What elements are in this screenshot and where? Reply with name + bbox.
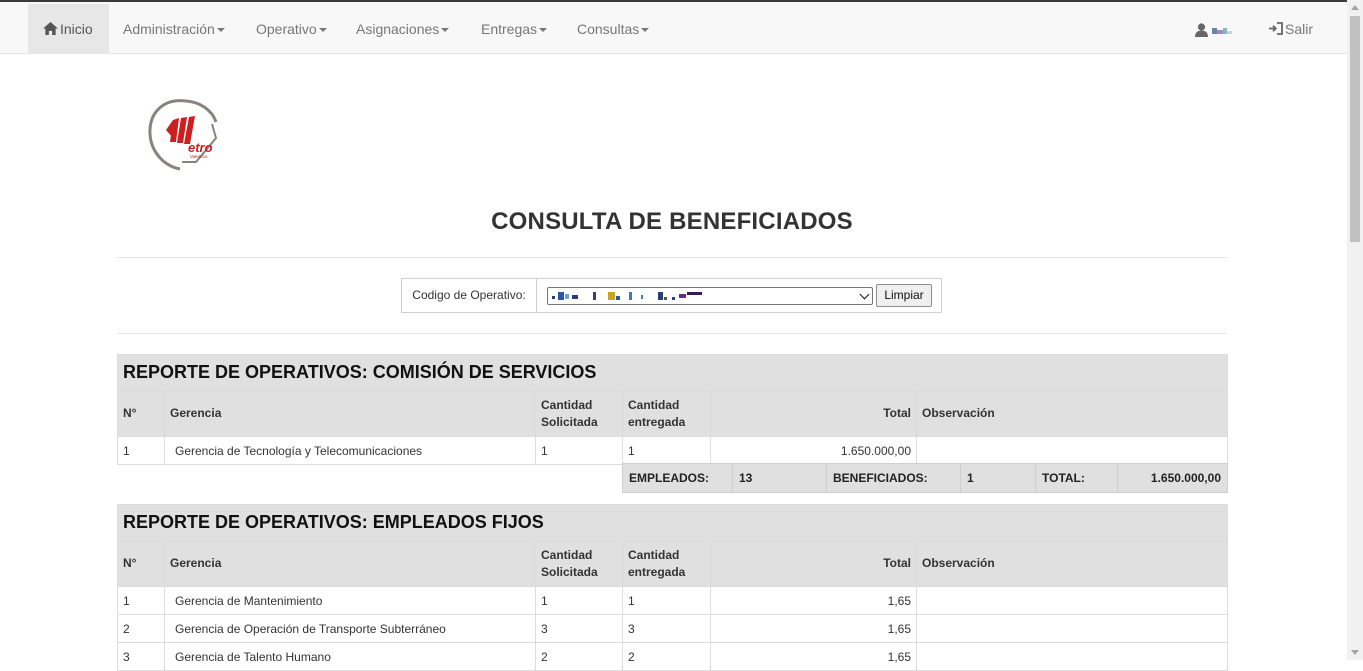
cell-observacion [915, 642, 1229, 671]
cell-gerencia: Gerencia de Tecnología y Telecomunicacio… [164, 436, 536, 465]
cell-total: 1,65 [710, 614, 917, 643]
nav-home-label: Inicio [60, 21, 93, 37]
nav-entregas-label: Entregas [481, 21, 538, 37]
nav-asignaciones-label: Asignaciones [356, 21, 440, 37]
cell-entregada: 2 [622, 642, 711, 671]
summary-empleados-label: EMPLEADOS: [622, 463, 733, 493]
cell-gerencia: Gerencia de Operación de Transporte Subt… [164, 614, 536, 643]
summary-total-label: TOTAL: [1035, 463, 1118, 493]
summary-beneficiados-label: BENEFICIADOS: [826, 463, 961, 493]
filter-label: Codigo de Operativo: [402, 279, 537, 312]
nav-logout-label: Salir [1285, 21, 1314, 37]
cell-num: 1 [117, 586, 165, 615]
operativo-select[interactable] [547, 287, 873, 305]
col-gerencia: Gerencia [164, 390, 536, 437]
cell-gerencia: Gerencia de Mantenimiento [164, 586, 536, 615]
caret-down-icon [216, 28, 225, 33]
caret-down-icon [441, 28, 450, 33]
scroll-up-icon[interactable] [1351, 5, 1359, 10]
report-title: REPORTE DE OPERATIVOS: COMISIÓN DE SERVI… [117, 354, 1228, 391]
cell-solicitada: 1 [535, 436, 623, 465]
nav-asignaciones[interactable]: Asignaciones [356, 4, 450, 54]
summary-empleados-value: 13 [732, 463, 827, 493]
col-gerencia: Gerencia [164, 540, 536, 587]
page-title: CONSULTA DE BENEFICIADOS [491, 208, 853, 235]
nav-administracion[interactable]: Administración [123, 4, 225, 54]
col-num: N° [117, 390, 165, 437]
cell-entregada: 1 [622, 436, 711, 465]
col-solicitada: Cantidad Solicitada [535, 390, 623, 437]
top-navbar: Inicio Administración Operativo Asignaci… [0, 0, 1347, 54]
cell-total: 1,65 [710, 642, 917, 671]
cell-total: 1,65 [710, 586, 917, 615]
metro-valencia-logo: etro Valencia [148, 99, 218, 171]
divider [117, 257, 1227, 258]
summary-total-value: 1.650.000,00 [1117, 463, 1228, 493]
scrollbar-thumb[interactable] [1350, 16, 1360, 242]
summary-beneficiados-value: 1 [960, 463, 1036, 493]
cell-total: 1.650.000,00 [710, 436, 917, 465]
col-observacion: Observación [916, 390, 1228, 437]
cell-solicitada: 1 [535, 586, 623, 615]
table-row: 1 Gerencia de Tecnología y Telecomunicac… [117, 436, 1228, 465]
cell-observacion [916, 436, 1228, 465]
cell-num: 1 [117, 436, 165, 465]
nav-operativo-label: Operativo [256, 21, 317, 37]
caret-down-icon [318, 28, 327, 33]
table-row: 3 Gerencia de Talento Humano 2 2 1,65 [117, 642, 1229, 671]
report-empleados-fijos-table: REPORTE DE OPERATIVOS: EMPLEADOS FIJOS N… [116, 504, 1229, 671]
logo-text: etro [188, 140, 213, 155]
col-observacion: Observación [915, 540, 1229, 587]
report-comision-table: REPORTE DE OPERATIVOS: COMISIÓN DE SERVI… [117, 354, 1228, 465]
cell-entregada: 3 [622, 614, 711, 643]
cell-entregada: 1 [622, 586, 711, 615]
col-total: Total [710, 390, 917, 437]
nav-consultas-label: Consultas [577, 21, 640, 37]
nav-home[interactable]: Inicio [28, 4, 109, 54]
cell-gerencia: Gerencia de Talento Humano [164, 642, 536, 671]
vertical-scrollbar[interactable] [1347, 0, 1363, 660]
cell-observacion [915, 586, 1229, 615]
logo-subtext: Valencia [190, 154, 207, 159]
col-num: N° [117, 540, 165, 587]
cell-solicitada: 2 [535, 642, 623, 671]
cell-solicitada: 3 [535, 614, 623, 643]
caret-down-icon [539, 28, 548, 33]
divider [117, 333, 1227, 334]
table-row: 1 Gerencia de Mantenimiento 1 1 1,65 [117, 586, 1229, 615]
col-total: Total [710, 540, 917, 587]
scroll-down-icon[interactable] [1351, 650, 1359, 655]
report-summary: EMPLEADOS: 13 BENEFICIADOS: 1 TOTAL: 1.6… [622, 463, 1228, 493]
cell-num: 2 [117, 614, 165, 643]
operativo-filter: Codigo de Operativo: Limpiar [401, 278, 942, 313]
home-icon [43, 22, 58, 35]
nav-user[interactable] [1195, 4, 1241, 54]
nav-operativo[interactable]: Operativo [256, 4, 327, 54]
logout-icon [1269, 22, 1283, 35]
nav-administracion-label: Administración [123, 21, 215, 37]
user-icon [1195, 23, 1208, 37]
chevron-down-icon [859, 289, 870, 300]
caret-down-icon [641, 28, 650, 33]
col-entregada: Cantidad entregada [622, 390, 711, 437]
col-solicitada: Cantidad Solicitada [535, 540, 623, 587]
nav-consultas[interactable]: Consultas [577, 4, 650, 54]
clear-button[interactable]: Limpiar [876, 284, 932, 307]
report-title: REPORTE DE OPERATIVOS: EMPLEADOS FIJOS [116, 504, 1229, 541]
col-entregada: Cantidad entregada [622, 540, 711, 587]
user-name-redacted [1211, 4, 1236, 34]
nav-entregas[interactable]: Entregas [481, 4, 548, 54]
cell-num: 3 [117, 642, 165, 671]
nav-logout[interactable]: Salir [1268, 4, 1313, 54]
table-row: 2 Gerencia de Operación de Transporte Su… [117, 614, 1229, 643]
cell-observacion [915, 614, 1229, 643]
